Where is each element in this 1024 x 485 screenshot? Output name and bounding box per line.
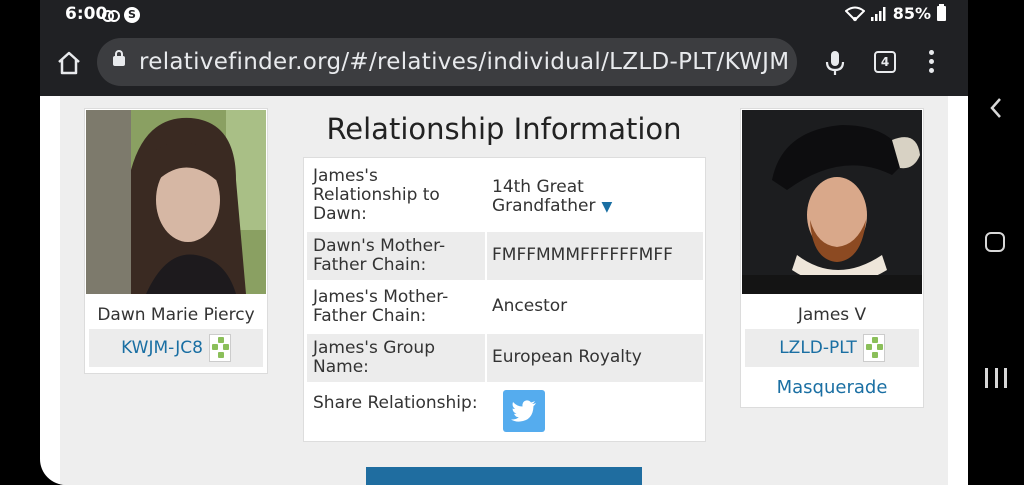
person-name-james: James V xyxy=(797,305,867,325)
home-icon[interactable] xyxy=(54,48,84,78)
table-row: Share Relationship: xyxy=(307,386,703,438)
status-left-icons: S xyxy=(102,7,140,23)
person-name-dawn: Dawn Marie Piercy xyxy=(97,305,255,325)
status-time: 6:00 xyxy=(65,4,108,24)
address-bar[interactable]: relativefinder.org/#/relatives/individua… xyxy=(97,38,797,86)
profile-photo-james xyxy=(742,110,922,294)
page-title: Relationship Information xyxy=(326,112,682,146)
row-label: James's Group Name: xyxy=(313,338,435,377)
row-value: Ancestor xyxy=(492,296,568,316)
url-text[interactable]: relativefinder.org/#/relatives/individua… xyxy=(139,49,789,75)
tab-switcher-button[interactable]: 4 xyxy=(874,51,896,73)
recent-apps-icon[interactable] xyxy=(985,368,1007,390)
row-label: Share Relationship: xyxy=(313,393,478,413)
more-menu-icon[interactable] xyxy=(926,50,936,76)
dropdown-arrow-icon[interactable]: ▼ xyxy=(601,199,612,215)
person-id-link-james[interactable]: LZLD-PLT xyxy=(779,338,857,358)
voicemail-icon xyxy=(102,10,120,22)
microphone-icon[interactable] xyxy=(822,49,848,77)
table-row: James's Group Name: European Royalty xyxy=(307,334,703,382)
person-id-row-james: LZLD-PLT xyxy=(745,329,919,367)
battery-icon xyxy=(937,4,946,21)
web-content: Dawn Marie Piercy KWJM-JC8 Relationship … xyxy=(40,96,968,485)
group-link-masquerade[interactable]: Masquerade xyxy=(741,377,923,398)
row-label: James's Relationship to Dawn: xyxy=(313,166,440,224)
browser-toolbar: relativefinder.org/#/relatives/individua… xyxy=(40,34,968,90)
relationship-value[interactable]: 14th Great Grandfather ▼ xyxy=(492,178,702,217)
family-tree-icon[interactable] xyxy=(208,334,231,362)
relationship-page: Dawn Marie Piercy KWJM-JC8 Relationship … xyxy=(60,96,948,485)
row-value: 14th Great Grandfather xyxy=(492,177,596,216)
status-right: 85% xyxy=(844,4,946,23)
person-id-link-dawn[interactable]: KWJM-JC8 xyxy=(121,338,203,358)
row-label: James's Mother-Father Chain: xyxy=(313,287,449,326)
phone-screen: 6:00 S 85% relativefinder.org/#/relative… xyxy=(40,0,968,485)
person-card-dawn: Dawn Marie Piercy KWJM-JC8 xyxy=(84,108,268,374)
row-label: Dawn's Mother-Father Chain: xyxy=(313,236,446,275)
lock-icon xyxy=(113,50,125,66)
twitter-icon xyxy=(511,400,536,422)
back-icon[interactable] xyxy=(988,96,1004,120)
s-app-icon: S xyxy=(124,7,140,23)
twitter-share-button[interactable] xyxy=(503,390,545,432)
action-button[interactable] xyxy=(366,467,642,485)
row-value: European Royalty xyxy=(492,347,642,367)
family-tree-icon[interactable] xyxy=(862,334,885,362)
row-value: FMFFMMMFFFFFFMFF xyxy=(492,245,673,265)
system-nav-bar xyxy=(968,0,1024,485)
relationship-table: James's Relationship to Dawn: 14th Great… xyxy=(303,157,706,442)
wifi-icon xyxy=(844,6,865,21)
table-row: James's Relationship to Dawn: 14th Great… xyxy=(307,161,703,229)
table-row: James's Mother-Father Chain: Ancestor xyxy=(307,283,703,331)
person-id-row-dawn: KWJM-JC8 xyxy=(89,329,263,367)
profile-photo-dawn xyxy=(86,110,266,294)
battery-percent: 85% xyxy=(892,4,931,23)
person-card-james: James V LZLD-PLT Masquerade xyxy=(740,108,924,408)
status-bar: 6:00 S 85% xyxy=(40,0,968,30)
signal-icon xyxy=(870,6,886,21)
home-nav-icon[interactable] xyxy=(985,232,1005,252)
table-row: Dawn's Mother-Father Chain: FMFFMMMFFFFF… xyxy=(307,232,703,280)
